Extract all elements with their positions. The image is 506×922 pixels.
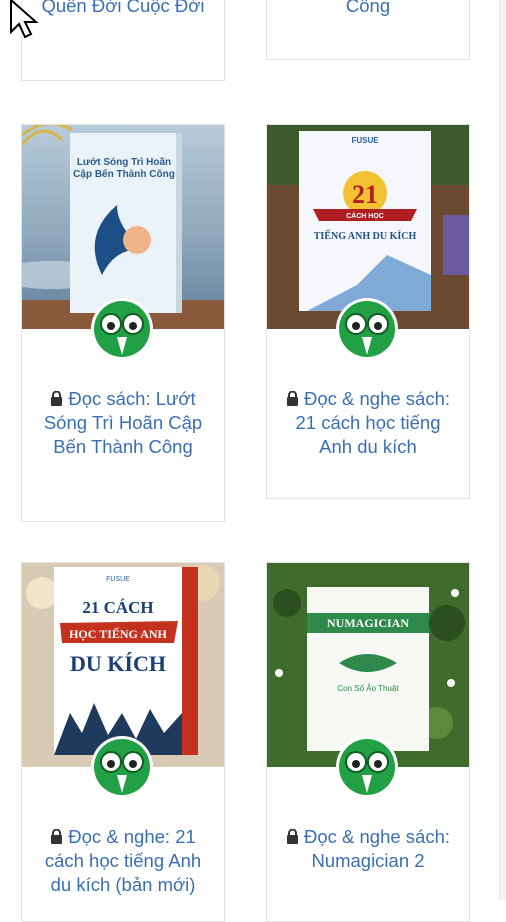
book-title[interactable]: Đọc sách: Lướt Sóng Trì Hoãn Cập Bến Thà… bbox=[32, 387, 214, 459]
owl-badge-icon bbox=[336, 298, 398, 360]
book-card[interactable]: NUMAGICIAN Con Số Ảo Thuật Đọc & nghe sá… bbox=[266, 562, 470, 922]
book-card[interactable]: FUSUE 21 CÁCH HỌC TIẾNG ANH DU KÍCH Đọc … bbox=[266, 124, 470, 499]
book-title[interactable]: Đọc & nghe sách: Numagician 2 bbox=[277, 825, 459, 873]
book-title[interactable]: Quên Đời Cuộc Đời bbox=[32, 0, 214, 17]
book-title[interactable]: Công bbox=[277, 0, 459, 17]
lock-icon bbox=[286, 829, 298, 844]
lock-icon bbox=[51, 829, 63, 844]
book-card-top-left[interactable]: Quên Đời Cuộc Đời bbox=[21, 0, 225, 81]
cover-text: HỌC TIẾNG ANH bbox=[69, 626, 167, 641]
cover-text: 21 bbox=[352, 180, 378, 209]
book-title-text[interactable]: Công bbox=[346, 0, 390, 16]
cover-text: NUMAGICIAN bbox=[327, 616, 409, 630]
book-title-text[interactable]: Đọc sách: Lướt Sóng Trì Hoãn Cập Bến Thà… bbox=[44, 388, 202, 457]
cover-text: Lướt Sóng Trì Hoãn bbox=[77, 157, 171, 168]
lock-icon bbox=[286, 391, 298, 406]
cover-text: TIẾNG ANH DU KÍCH bbox=[314, 229, 417, 242]
book-title-text[interactable]: Đọc & nghe sách: 21 cách học tiếng Anh d… bbox=[295, 388, 450, 457]
cover-text: DU KÍCH bbox=[70, 651, 166, 676]
book-title-text[interactable]: Đọc & nghe sách: Numagician 2 bbox=[304, 826, 450, 871]
lock-icon bbox=[51, 391, 63, 406]
book-title-text[interactable]: Đọc & nghe: 21 cách học tiếng Anh du kíc… bbox=[45, 826, 201, 895]
scrollbar-track[interactable] bbox=[499, 0, 506, 900]
owl-badge-icon bbox=[91, 736, 153, 798]
cover-text: FUSUE bbox=[106, 576, 130, 583]
book-card[interactable]: Lướt Sóng Trì Hoãn Cập Bến Thành Công Đọ… bbox=[21, 124, 225, 522]
cursor-arrow-icon bbox=[10, 0, 39, 39]
owl-badge-icon bbox=[91, 298, 153, 360]
book-title-text[interactable]: Quên Đời Cuộc Đời bbox=[41, 0, 204, 16]
owl-badge-icon bbox=[336, 736, 398, 798]
book-card-top-right[interactable]: Công bbox=[266, 0, 470, 60]
book-title[interactable]: Đọc & nghe: 21 cách học tiếng Anh du kíc… bbox=[32, 825, 214, 897]
cover-text: FUSUE bbox=[351, 136, 379, 145]
cover-text: Cập Bến Thành Công bbox=[73, 168, 175, 180]
book-card[interactable]: FUSUE 21 CÁCH HỌC TIẾNG ANH DU KÍCH Đọc … bbox=[21, 562, 225, 922]
cover-text: CÁCH HỌC bbox=[346, 211, 384, 220]
book-title[interactable]: Đọc & nghe sách: 21 cách học tiếng Anh d… bbox=[277, 387, 459, 459]
cover-text: 21 CÁCH bbox=[82, 598, 153, 617]
cover-text: Con Số Ảo Thuật bbox=[337, 684, 399, 693]
